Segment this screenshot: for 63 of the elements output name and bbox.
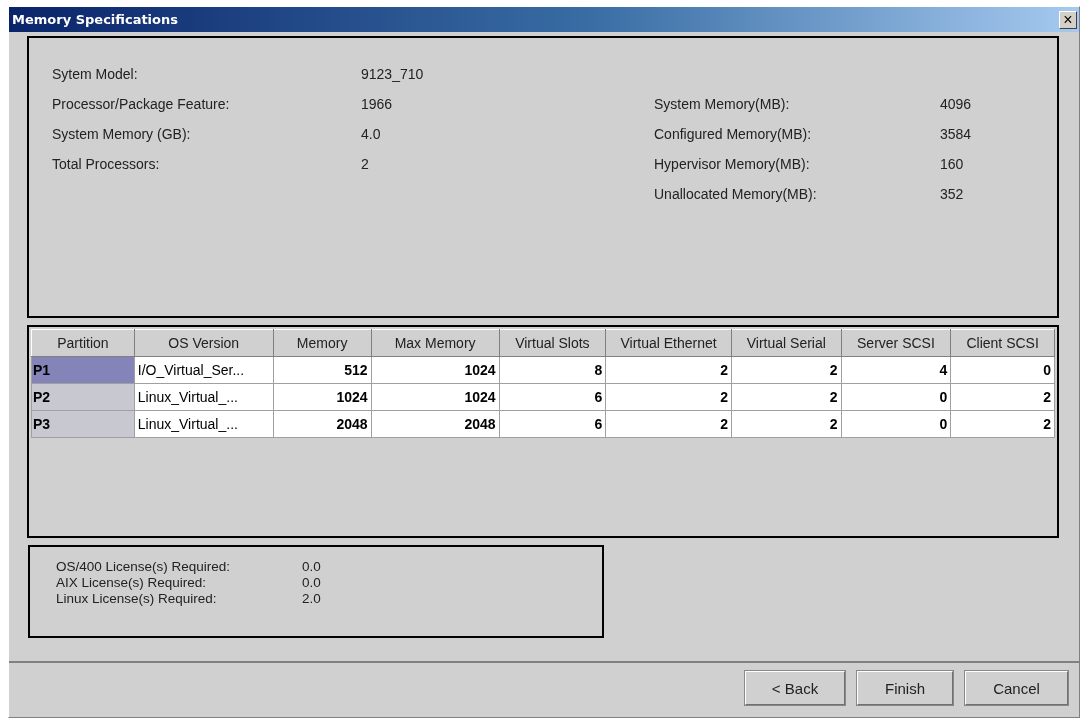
column-header[interactable]: Max Memory xyxy=(371,329,500,357)
column-header[interactable]: Virtual Serial xyxy=(731,329,842,357)
table-cell: 2 xyxy=(950,383,1055,411)
license-label: OS/400 License(s) Required: xyxy=(56,559,232,575)
row-header[interactable]: P3 xyxy=(31,410,135,438)
table-cell: 1024 xyxy=(371,356,500,384)
table-cell: Linux_Virtual_... xyxy=(134,383,274,411)
license-label: AIX License(s) Required: xyxy=(56,575,208,591)
table-cell: 0 xyxy=(841,410,951,438)
info-label: System Memory (GB): xyxy=(52,126,192,142)
info-label: Configured Memory(MB): xyxy=(654,126,813,142)
table-cell: 2 xyxy=(605,383,732,411)
info-label: Processor/Package Feature: xyxy=(52,96,231,112)
table-cell: 8 xyxy=(499,356,606,384)
column-header[interactable]: Server SCSI xyxy=(841,329,951,357)
column-header[interactable]: Partition xyxy=(31,329,135,357)
license-value: 0.0 xyxy=(302,575,321,591)
column-header[interactable]: Memory xyxy=(273,329,372,357)
table-cell: 6 xyxy=(499,410,606,438)
close-button[interactable]: × xyxy=(1059,10,1077,29)
table-cell: 2 xyxy=(731,410,842,438)
table-cell: 4 xyxy=(841,356,951,384)
table-cell: 512 xyxy=(273,356,372,384)
dialog-button[interactable]: Cancel xyxy=(965,671,1068,705)
table-cell: 1024 xyxy=(371,383,500,411)
info-label: System Memory(MB): xyxy=(654,96,791,112)
table-cell: I/O_Virtual_Ser... xyxy=(134,356,274,384)
info-value: 3584 xyxy=(940,126,972,142)
table-cell: 2048 xyxy=(273,410,372,438)
column-header[interactable]: Virtual Slots xyxy=(499,329,606,357)
info-value: 352 xyxy=(940,186,964,202)
license-label: Linux License(s) Required: xyxy=(56,591,218,607)
table-cell: 2 xyxy=(605,410,732,438)
table-cell: 0 xyxy=(950,356,1055,384)
dialog-button[interactable]: Finish xyxy=(857,671,953,705)
column-header[interactable]: Virtual Ethernet xyxy=(605,329,732,357)
info-value: 2 xyxy=(361,156,369,172)
window-title: Memory Specifications xyxy=(12,12,178,27)
info-label: Unallocated Memory(MB): xyxy=(654,186,818,202)
row-header[interactable]: P2 xyxy=(31,383,135,411)
table-cell: 2 xyxy=(731,383,842,411)
column-header[interactable]: OS Version xyxy=(134,329,274,357)
info-label: Total Processors: xyxy=(52,156,161,172)
dialog-button[interactable]: < Back xyxy=(745,671,845,705)
row-header[interactable]: P1 xyxy=(31,356,135,384)
info-value: 4.0 xyxy=(361,126,381,142)
info-value: 9123_710 xyxy=(361,66,424,82)
table-cell: 2 xyxy=(950,410,1055,438)
license-value: 2.0 xyxy=(302,591,321,607)
table-cell: 2 xyxy=(605,356,732,384)
column-header[interactable]: Client SCSI xyxy=(950,329,1055,357)
table-cell: 0 xyxy=(841,383,951,411)
info-value: 4096 xyxy=(940,96,972,112)
table-cell: 2048 xyxy=(371,410,500,438)
info-label: Sytem Model: xyxy=(52,66,139,82)
table-cell: 6 xyxy=(499,383,606,411)
table-cell: 1024 xyxy=(273,383,372,411)
info-value: 160 xyxy=(940,156,964,172)
table-cell: 2 xyxy=(731,356,842,384)
table-cell: Linux_Virtual_... xyxy=(134,410,274,438)
info-value: 1966 xyxy=(361,96,393,112)
license-value: 0.0 xyxy=(302,559,321,575)
info-label: Hypervisor Memory(MB): xyxy=(654,156,811,172)
